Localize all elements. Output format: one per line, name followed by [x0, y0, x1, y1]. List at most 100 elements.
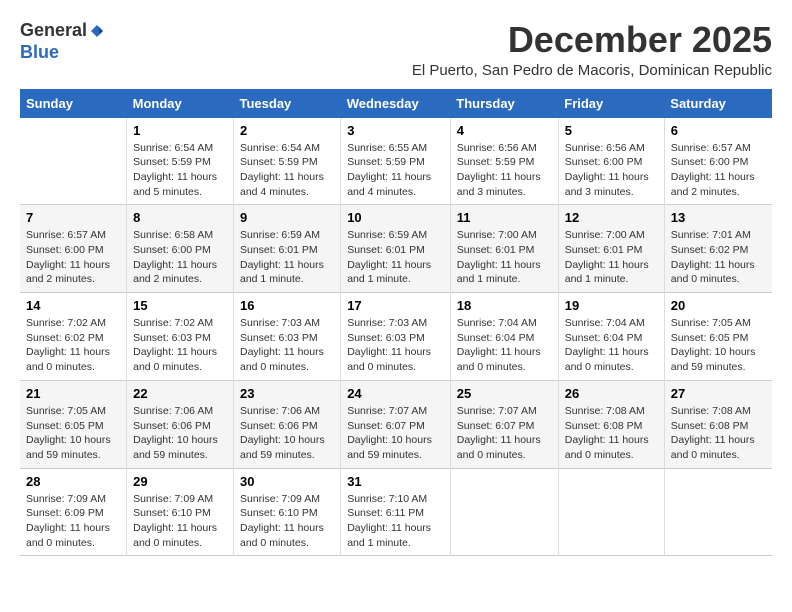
day-number: 19 — [565, 298, 658, 313]
calendar-cell: 12 Sunrise: 7:00 AM Sunset: 6:01 PM Dayli… — [558, 205, 664, 293]
day-info: Sunrise: 6:56 AM Sunset: 6:00 PM Dayligh… — [565, 141, 658, 200]
logo-icon — [89, 23, 105, 39]
day-info: Sunrise: 6:54 AM Sunset: 5:59 PM Dayligh… — [133, 141, 227, 200]
day-info: Sunrise: 7:01 AM Sunset: 6:02 PM Dayligh… — [671, 228, 766, 287]
day-info: Sunrise: 7:08 AM Sunset: 6:08 PM Dayligh… — [565, 404, 658, 463]
day-info: Sunrise: 7:00 AM Sunset: 6:01 PM Dayligh… — [457, 228, 552, 287]
day-number: 8 — [133, 210, 227, 225]
day-info: Sunrise: 6:59 AM Sunset: 6:01 PM Dayligh… — [240, 228, 334, 287]
day-number: 27 — [671, 386, 766, 401]
day-info: Sunrise: 7:00 AM Sunset: 6:01 PM Dayligh… — [565, 228, 658, 287]
calendar-week-row: 14 Sunrise: 7:02 AM Sunset: 6:02 PM Dayli… — [20, 293, 772, 381]
calendar-cell: 22 Sunrise: 7:06 AM Sunset: 6:06 PM Dayli… — [127, 380, 234, 468]
day-number: 13 — [671, 210, 766, 225]
calendar-cell: 1 Sunrise: 6:54 AM Sunset: 5:59 PM Daylig… — [127, 118, 234, 205]
day-info: Sunrise: 6:59 AM Sunset: 6:01 PM Dayligh… — [347, 228, 444, 287]
calendar-cell: 9 Sunrise: 6:59 AM Sunset: 6:01 PM Daylig… — [234, 205, 341, 293]
calendar-cell: 19Sunrise: 7:04 AM Sunset: 6:04 PM Dayli… — [558, 293, 664, 381]
calendar-cell: 10 Sunrise: 6:59 AM Sunset: 6:01 PM Dayli… — [341, 205, 451, 293]
day-number: 30 — [240, 474, 334, 489]
day-number: 10 — [347, 210, 444, 225]
day-number: 22 — [133, 386, 227, 401]
calendar-cell: 3 Sunrise: 6:55 AM Sunset: 5:59 PM Daylig… — [341, 118, 451, 205]
day-info: Sunrise: 6:55 AM Sunset: 5:59 PM Dayligh… — [347, 141, 444, 200]
calendar-cell: 29Sunrise: 7:09 AM Sunset: 6:10 PM Dayli… — [127, 468, 234, 556]
calendar-week-row: 21Sunrise: 7:05 AM Sunset: 6:05 PM Dayli… — [20, 380, 772, 468]
calendar-cell: 23Sunrise: 7:06 AM Sunset: 6:06 PM Dayli… — [234, 380, 341, 468]
day-number: 4 — [457, 123, 552, 138]
calendar-header-row: SundayMondayTuesdayWednesdayThursdayFrid… — [20, 89, 772, 118]
day-info: Sunrise: 7:07 AM Sunset: 6:07 PM Dayligh… — [457, 404, 552, 463]
calendar-cell: 8 Sunrise: 6:58 AM Sunset: 6:00 PM Daylig… — [127, 205, 234, 293]
day-info: Sunrise: 7:03 AM Sunset: 6:03 PM Dayligh… — [240, 316, 334, 375]
calendar-cell: 7 Sunrise: 6:57 AM Sunset: 6:00 PM Daylig… — [20, 205, 127, 293]
day-number: 9 — [240, 210, 334, 225]
day-number: 3 — [347, 123, 444, 138]
day-info: Sunrise: 7:08 AM Sunset: 6:08 PM Dayligh… — [671, 404, 766, 463]
page-header: General Blue December 2025 El Puerto, Sa… — [20, 20, 772, 79]
day-number: 12 — [565, 210, 658, 225]
day-number: 29 — [133, 474, 227, 489]
weekday-header-tuesday: Tuesday — [234, 89, 341, 118]
calendar-table: SundayMondayTuesdayWednesdayThursdayFrid… — [20, 89, 772, 557]
day-info: Sunrise: 6:58 AM Sunset: 6:00 PM Dayligh… — [133, 228, 227, 287]
day-info: Sunrise: 7:02 AM Sunset: 6:02 PM Dayligh… — [26, 316, 120, 375]
day-number: 14 — [26, 298, 120, 313]
calendar-cell: 14 Sunrise: 7:02 AM Sunset: 6:02 PM Dayli… — [20, 293, 127, 381]
weekday-header-sunday: Sunday — [20, 89, 127, 118]
day-info: Sunrise: 7:06 AM Sunset: 6:06 PM Dayligh… — [133, 404, 227, 463]
calendar-cell: 15 Sunrise: 7:02 AM Sunset: 6:03 PM Dayli… — [127, 293, 234, 381]
day-info: Sunrise: 7:10 AM Sunset: 6:11 PM Dayligh… — [347, 492, 444, 551]
calendar-cell: 5 Sunrise: 6:56 AM Sunset: 6:00 PM Daylig… — [558, 118, 664, 205]
calendar-cell — [664, 468, 772, 556]
day-info: Sunrise: 7:05 AM Sunset: 6:05 PM Dayligh… — [671, 316, 766, 375]
day-number: 21 — [26, 386, 120, 401]
logo-general: General — [20, 20, 105, 42]
calendar-cell: 31Sunrise: 7:10 AM Sunset: 6:11 PM Dayli… — [341, 468, 451, 556]
day-number: 11 — [457, 210, 552, 225]
logo-blue: Blue — [20, 42, 105, 64]
calendar-cell: 26 Sunrise: 7:08 AM Sunset: 6:08 PM Dayli… — [558, 380, 664, 468]
day-number: 2 — [240, 123, 334, 138]
day-number: 7 — [26, 210, 120, 225]
weekday-header-monday: Monday — [127, 89, 234, 118]
calendar-cell: 21Sunrise: 7:05 AM Sunset: 6:05 PM Dayli… — [20, 380, 127, 468]
day-number: 6 — [671, 123, 766, 138]
weekday-header-friday: Friday — [558, 89, 664, 118]
calendar-cell: 28Sunrise: 7:09 AM Sunset: 6:09 PM Dayli… — [20, 468, 127, 556]
logo: General Blue — [20, 20, 105, 63]
calendar-cell: 20 Sunrise: 7:05 AM Sunset: 6:05 PM Dayli… — [664, 293, 772, 381]
calendar-cell: 18Sunrise: 7:04 AM Sunset: 6:04 PM Dayli… — [450, 293, 558, 381]
calendar-cell — [20, 118, 127, 205]
calendar-cell: 25Sunrise: 7:07 AM Sunset: 6:07 PM Dayli… — [450, 380, 558, 468]
day-info: Sunrise: 7:02 AM Sunset: 6:03 PM Dayligh… — [133, 316, 227, 375]
day-number: 18 — [457, 298, 552, 313]
day-number: 20 — [671, 298, 766, 313]
calendar-cell: 4 Sunrise: 6:56 AM Sunset: 5:59 PM Daylig… — [450, 118, 558, 205]
calendar-cell: 2 Sunrise: 6:54 AM Sunset: 5:59 PM Daylig… — [234, 118, 341, 205]
day-number: 28 — [26, 474, 120, 489]
day-info: Sunrise: 6:57 AM Sunset: 6:00 PM Dayligh… — [671, 141, 766, 200]
calendar-cell: 13 Sunrise: 7:01 AM Sunset: 6:02 PM Dayli… — [664, 205, 772, 293]
day-info: Sunrise: 6:54 AM Sunset: 5:59 PM Dayligh… — [240, 141, 334, 200]
calendar-week-row: 7 Sunrise: 6:57 AM Sunset: 6:00 PM Daylig… — [20, 205, 772, 293]
day-info: Sunrise: 7:03 AM Sunset: 6:03 PM Dayligh… — [347, 316, 444, 375]
day-number: 5 — [565, 123, 658, 138]
day-number: 26 — [565, 386, 658, 401]
day-info: Sunrise: 6:56 AM Sunset: 5:59 PM Dayligh… — [457, 141, 552, 200]
day-number: 23 — [240, 386, 334, 401]
calendar-cell: 17Sunrise: 7:03 AM Sunset: 6:03 PM Dayli… — [341, 293, 451, 381]
day-number: 16 — [240, 298, 334, 313]
day-number: 1 — [133, 123, 227, 138]
calendar-cell: 24Sunrise: 7:07 AM Sunset: 6:07 PM Dayli… — [341, 380, 451, 468]
day-number: 15 — [133, 298, 227, 313]
subtitle: El Puerto, San Pedro de Macoris, Dominic… — [412, 62, 772, 79]
calendar-cell: 6 Sunrise: 6:57 AM Sunset: 6:00 PM Daylig… — [664, 118, 772, 205]
calendar-cell: 16 Sunrise: 7:03 AM Sunset: 6:03 PM Dayli… — [234, 293, 341, 381]
day-info: Sunrise: 6:57 AM Sunset: 6:00 PM Dayligh… — [26, 228, 120, 287]
day-number: 24 — [347, 386, 444, 401]
title-section: December 2025 El Puerto, San Pedro de Ma… — [412, 20, 772, 79]
calendar-week-row: 28Sunrise: 7:09 AM Sunset: 6:09 PM Dayli… — [20, 468, 772, 556]
weekday-header-saturday: Saturday — [664, 89, 772, 118]
weekday-header-wednesday: Wednesday — [341, 89, 451, 118]
